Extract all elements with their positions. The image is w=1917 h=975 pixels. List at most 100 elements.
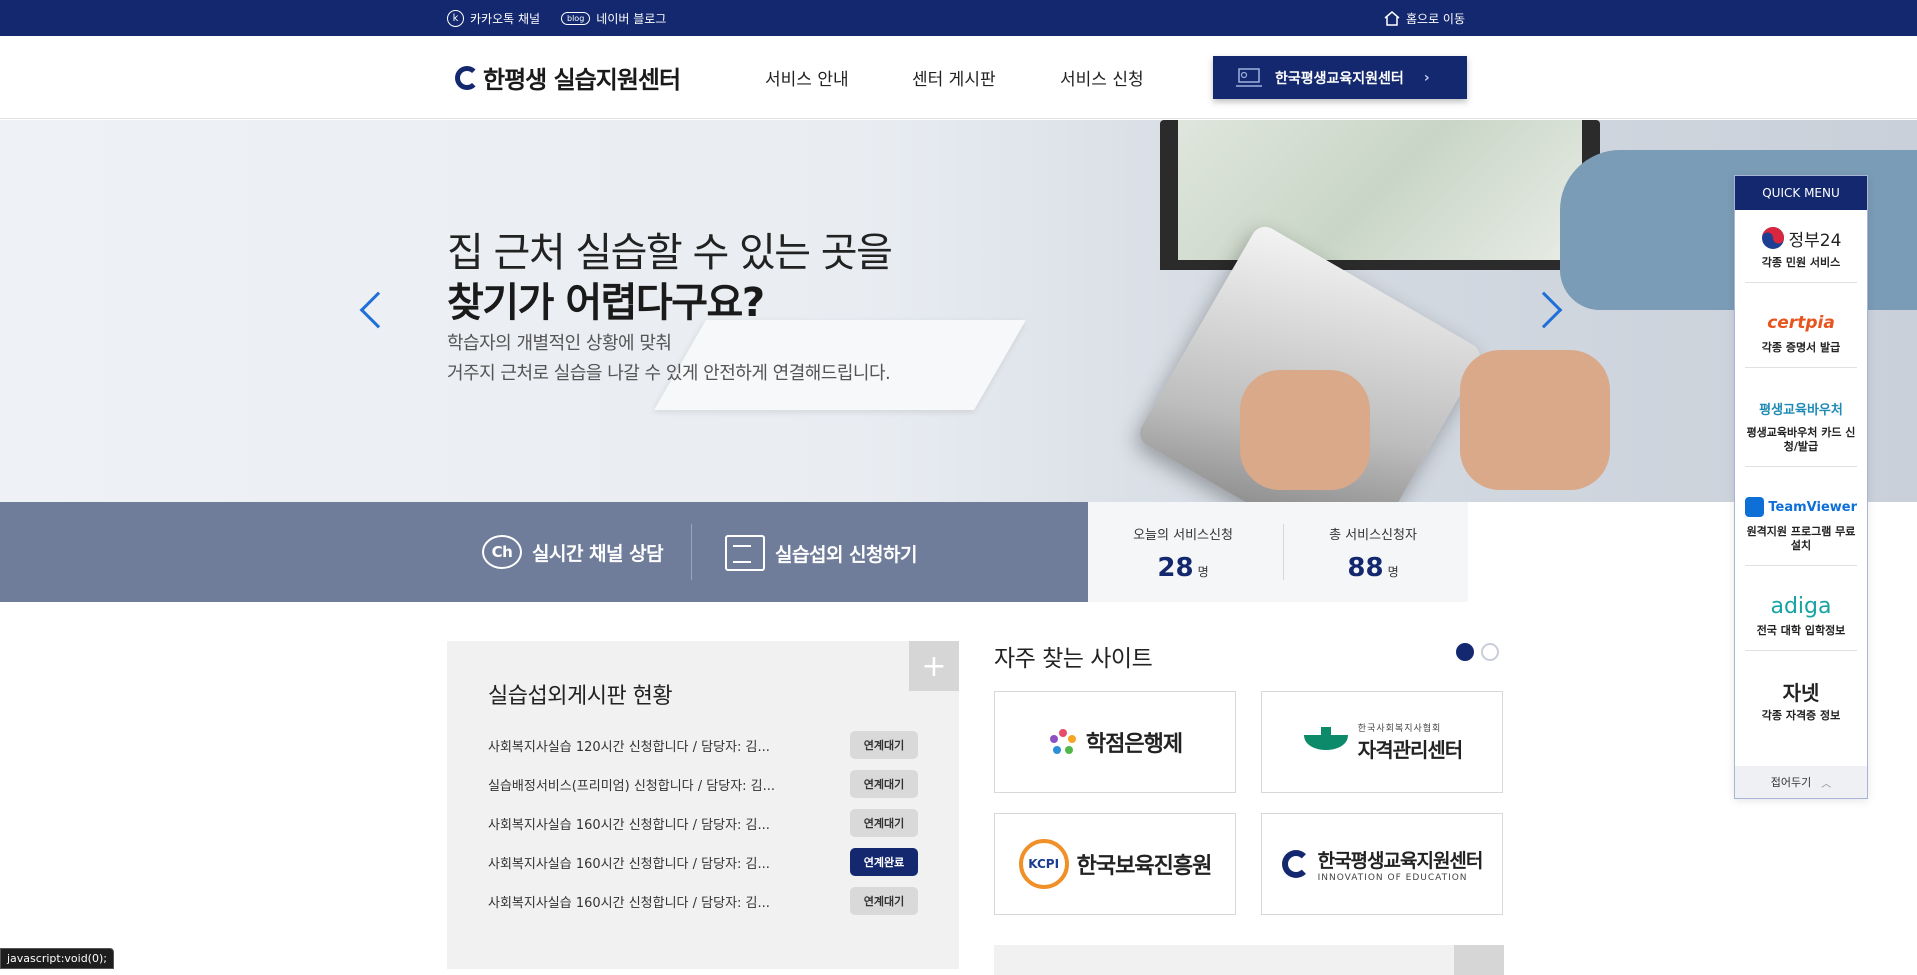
quick-item-gov24[interactable]: 정부24 각종 민원 서비스 bbox=[1745, 220, 1857, 283]
hero-hand-image bbox=[1240, 370, 1370, 490]
next-section-panel bbox=[994, 945, 1504, 975]
board-row[interactable]: 사회복지사실습 160시간 신청합니다 / 담당자: 김... 연계완료 bbox=[488, 848, 928, 876]
apply-practice-button[interactable]: 실습섭외 신청하기 bbox=[725, 535, 917, 571]
kied-button-label: 한국평생교육지원센터 bbox=[1275, 70, 1404, 87]
stat-total-value: 88 bbox=[1347, 553, 1384, 583]
chevron-right-icon: › bbox=[1423, 69, 1430, 86]
collapse-label: 접어두기 bbox=[1770, 776, 1812, 789]
quick-item-teamviewer[interactable]: TeamViewer 원격지원 프로그램 무료설치 bbox=[1745, 489, 1857, 566]
hero-subtitle-line2: 거주지 근처로 실습을 나갈 수 있게 안전하게 연결해드립니다. bbox=[447, 363, 891, 384]
live-chat-button[interactable]: Ch 실시간 채널 상담 bbox=[482, 535, 664, 569]
adiga-logo: adiga bbox=[1770, 593, 1832, 619]
site-name: 한국평생교육지원센터 bbox=[1317, 849, 1484, 872]
header: 한평생 실습지원센터 서비스 안내 센터 게시판 서비스 신청 한국평생교육지원… bbox=[0, 36, 1917, 119]
teamviewer-logo-text: TeamViewer bbox=[1768, 499, 1857, 515]
quick-item-adiga[interactable]: adiga 전국 대학 입학정보 bbox=[1745, 588, 1857, 651]
board-row[interactable]: 실습배정서비스(프리미엄) 신청합니다 / 담당자: 김... 연계대기 bbox=[488, 770, 928, 798]
board-more-button[interactable]: + bbox=[909, 641, 959, 691]
hero-banner bbox=[0, 120, 1917, 502]
action-bar: Ch 실시간 채널 상담 실습섭외 신청하기 bbox=[0, 502, 1088, 602]
status-badge: 연계대기 bbox=[850, 731, 918, 759]
kcpi-logo-icon: KCPI bbox=[1018, 839, 1069, 889]
hero-subtitle: 학습자의 개별적인 상황에 맞춰 거주지 근처로 실습을 나갈 수 있게 안전하… bbox=[447, 329, 891, 389]
quick-item-certpia[interactable]: certpia 각종 증명서 발급 bbox=[1745, 305, 1857, 368]
status-badge: 연계대기 bbox=[850, 809, 918, 837]
quick-item-label: 각종 자격증 정보 bbox=[1761, 709, 1841, 722]
kied-logo-icon bbox=[1281, 850, 1310, 878]
status-badge: 연계완료 bbox=[850, 848, 918, 876]
action-divider bbox=[691, 524, 692, 580]
status-badge: 연계대기 bbox=[850, 770, 918, 798]
board-row[interactable]: 사회복지사실습 160시간 신청합니다 / 담당자: 김... 연계대기 bbox=[488, 809, 928, 837]
kied-button[interactable]: 한국평생교육지원센터 › bbox=[1213, 56, 1467, 99]
stat-total-label: 총 서비스신청자 bbox=[1329, 528, 1417, 543]
board-row-text: 사회복지사실습 160시간 신청합니다 / 담당자: 김... bbox=[488, 818, 770, 833]
site-card-credit-bank[interactable]: 학점은행제 bbox=[994, 691, 1236, 793]
certpia-logo: certpia bbox=[1767, 313, 1835, 333]
slider-dot[interactable] bbox=[1481, 643, 1499, 661]
slider-dot-active[interactable] bbox=[1456, 643, 1474, 661]
logo-text: 한평생 실습지원센터 bbox=[483, 66, 681, 94]
site-card-kcpi[interactable]: KCPI 한국보육진흥원 bbox=[994, 813, 1236, 915]
favorite-sites-title: 자주 찾는 사이트 bbox=[994, 646, 1153, 672]
stat-total: 총 서비스신청자 88 명 bbox=[1278, 524, 1468, 583]
quick-item-label: 각종 민원 서비스 bbox=[1761, 256, 1841, 269]
site-logo[interactable]: 한평생 실습지원센터 bbox=[455, 60, 681, 95]
board-row-text: 사회복지사실습 120시간 신청합니다 / 담당자: 김... bbox=[488, 740, 770, 755]
quick-menu: QUICK MENU 정부24 각종 민원 서비스 certpia 각종 증명서… bbox=[1734, 175, 1868, 799]
home-link[interactable]: 홈으로 이동 bbox=[1384, 10, 1465, 27]
blog-icon: blog bbox=[561, 12, 591, 25]
quick-item-voucher[interactable]: 평생교육바우처 평생교육바우처 카드 신청/발급 bbox=[1745, 390, 1857, 467]
nav-center-board[interactable]: 센터 게시판 bbox=[912, 65, 996, 90]
quick-item-janet[interactable]: 자넷 각종 자격증 정보 bbox=[1745, 673, 1857, 735]
status-badge: 연계대기 bbox=[850, 887, 918, 915]
channel-chat-icon: Ch bbox=[482, 535, 522, 569]
janet-logo: 자넷 bbox=[1782, 680, 1820, 705]
site-name: 한국보육진흥원 bbox=[1076, 854, 1213, 879]
board-title: 실습섭외게시판 현황 bbox=[488, 684, 673, 709]
nav-service-info[interactable]: 서비스 안내 bbox=[765, 65, 849, 90]
voucher-logo: 평생교육바우처 bbox=[1759, 402, 1843, 418]
site-card-kied[interactable]: 한국평생교육지원센터 INNOVATION OF EDUCATION bbox=[1261, 813, 1503, 915]
quick-item-label: 원격지원 프로그램 무료설치 bbox=[1746, 525, 1856, 552]
naver-blog-link[interactable]: blog 네이버 블로그 bbox=[561, 10, 666, 27]
kasw-logo-icon bbox=[1303, 727, 1348, 750]
gov24-logo-text: 정부24 bbox=[1788, 230, 1842, 251]
stat-today-label: 오늘의 서비스신청 bbox=[1133, 528, 1233, 543]
kakao-channel-label: 카카오톡 채널 bbox=[470, 12, 541, 26]
chevron-up-icon: ︿ bbox=[1821, 778, 1832, 790]
kakao-channel-link[interactable]: k 카카오톡 채널 bbox=[447, 10, 540, 27]
board-row-text: 실습배정서비스(프리미엄) 신청합니다 / 담당자: 김... bbox=[488, 779, 776, 794]
site-name: 자격관리센터 bbox=[1357, 738, 1463, 762]
stat-today: 오늘의 서비스신청 28 명 bbox=[1088, 524, 1278, 583]
naver-blog-label: 네이버 블로그 bbox=[596, 12, 667, 26]
board-row[interactable]: 사회복지사실습 160시간 신청합니다 / 담당자: 김... 연계대기 bbox=[488, 887, 928, 915]
flower-logo-icon bbox=[1049, 729, 1076, 754]
hero-hand-image-right bbox=[1460, 350, 1610, 490]
hero-title-line2: 찾기가 어렵다구요? bbox=[447, 280, 765, 326]
browser-status-bar: javascript:void(0); bbox=[0, 948, 114, 969]
teamviewer-logo: TeamViewer bbox=[1745, 489, 1857, 525]
home-icon bbox=[1384, 11, 1400, 26]
site-sub: INNOVATION OF EDUCATION bbox=[1317, 872, 1468, 883]
quick-menu-title: QUICK MENU bbox=[1735, 176, 1867, 210]
logo-mark-icon bbox=[455, 65, 479, 90]
kakao-icon: k bbox=[447, 10, 464, 27]
laptop-person-icon bbox=[1236, 67, 1262, 87]
quick-menu-collapse-button[interactable]: 접어두기 ︿ bbox=[1735, 766, 1867, 798]
nav-service-apply[interactable]: 서비스 신청 bbox=[1060, 65, 1144, 90]
next-section-more-button[interactable] bbox=[1454, 945, 1504, 975]
quick-item-label: 각종 증명서 발급 bbox=[1761, 341, 1841, 354]
board-row-text: 사회복지사실습 160시간 신청합니다 / 담당자: 김... bbox=[488, 857, 770, 872]
top-bar: k 카카오톡 채널 blog 네이버 블로그 홈으로 이동 bbox=[0, 0, 1917, 36]
quick-item-label: 평생교육바우처 카드 신청/발급 bbox=[1746, 426, 1856, 453]
stats-divider bbox=[1283, 524, 1284, 580]
board-row-text: 사회복지사실습 160시간 신청합니다 / 담당자: 김... bbox=[488, 896, 770, 911]
taegeuk-icon bbox=[1761, 227, 1784, 249]
hero-subtitle-line1: 학습자의 개별적인 상황에 맞춰 bbox=[447, 333, 672, 354]
board-row[interactable]: 사회복지사실습 120시간 신청합니다 / 담당자: 김... 연계대기 bbox=[488, 731, 928, 759]
site-name: 학점은행제 bbox=[1085, 732, 1183, 757]
site-card-qualification-center[interactable]: 한국사회복지사협회 자격관리센터 bbox=[1261, 691, 1503, 793]
home-label: 홈으로 이동 bbox=[1406, 12, 1466, 26]
stat-total-unit: 명 bbox=[1387, 565, 1399, 579]
